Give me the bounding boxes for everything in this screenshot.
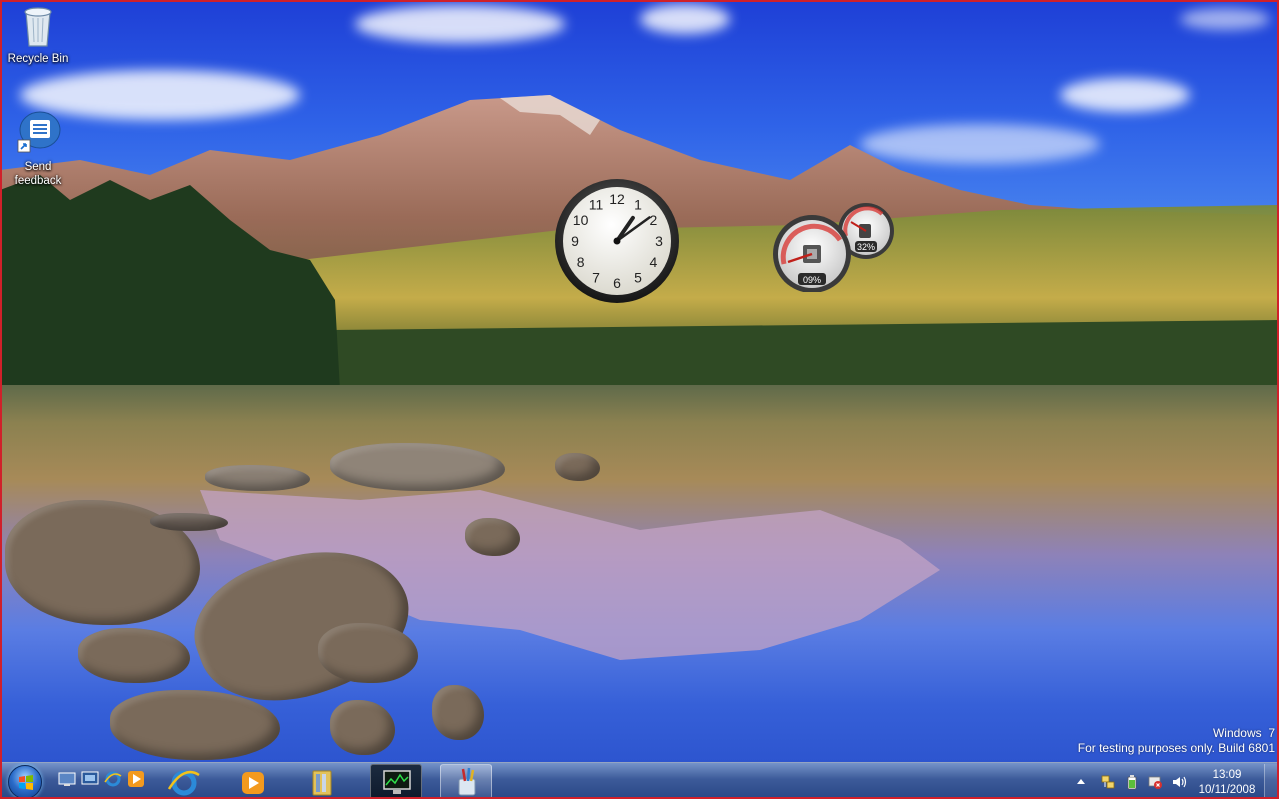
paint-icon xyxy=(458,767,476,796)
clock-date: 10/11/2008 xyxy=(1198,784,1256,796)
clock-numeral: 11 xyxy=(589,197,604,213)
send-feedback-label: Send feedback xyxy=(14,161,62,187)
taskbar-button-media-player[interactable] xyxy=(224,764,280,799)
windows-explorer-icon xyxy=(312,770,332,796)
clock-numeral: 7 xyxy=(592,269,600,285)
desktop-icon-send-feedback[interactable]: Send feedback xyxy=(0,110,76,188)
clock-numeral: 8 xyxy=(577,254,585,270)
volume-icon[interactable] xyxy=(1171,774,1187,790)
wallpaper-rock xyxy=(150,513,228,531)
recycle-bin-icon xyxy=(24,7,52,47)
recycle-bin-label: Recycle Bin xyxy=(7,53,69,65)
start-button[interactable] xyxy=(8,765,42,799)
clock-numeral: 6 xyxy=(613,275,621,291)
power-icon[interactable] xyxy=(1124,774,1140,790)
clock-numeral: 3 xyxy=(655,233,663,249)
taskbar-clock[interactable]: 13:09 10/11/2008 xyxy=(1196,768,1258,798)
action-center-icon[interactable] xyxy=(1147,774,1163,790)
taskbar-button-task-manager[interactable] xyxy=(370,764,422,799)
switch-windows-icon[interactable] xyxy=(81,770,99,788)
watermark-build-text: For testing purposes only. Build 6801 xyxy=(1077,741,1275,755)
cpu-meter: 32% 09% xyxy=(773,203,894,293)
show-desktop-icon[interactable] xyxy=(58,770,76,788)
internet-explorer-icon xyxy=(167,770,200,796)
internet-explorer-icon[interactable] xyxy=(104,770,122,788)
wallpaper-rock xyxy=(555,453,600,481)
taskbar: 13:09 10/11/2008 xyxy=(0,762,1279,799)
wallpaper-rock xyxy=(205,465,310,491)
clock-numeral: 9 xyxy=(571,233,579,249)
cpu-meter-gadget[interactable]: 32% 09% xyxy=(770,200,898,293)
clock-numeral: 1 xyxy=(634,197,642,213)
clock-numeral: 10 xyxy=(573,212,589,228)
task-manager-icon xyxy=(383,770,411,794)
build-watermark: Windows 7 For testing purposes only. Bui… xyxy=(1078,726,1275,756)
clock-face: 12 12 3 45678 9 1011 xyxy=(555,179,679,303)
clock-numeral: 4 xyxy=(650,254,658,270)
memory-usage-text: 32% xyxy=(857,242,875,252)
taskbar-button-paint[interactable] xyxy=(440,764,492,799)
wallpaper-rock xyxy=(465,518,520,556)
media-player-icon xyxy=(242,772,264,794)
media-player-icon[interactable] xyxy=(127,770,145,788)
cpu-usage-text: 09% xyxy=(803,275,821,285)
taskbar-button-windows-explorer[interactable] xyxy=(293,764,349,799)
desktop-wallpaper xyxy=(0,0,1279,762)
show-hidden-icons-chevron-icon[interactable] xyxy=(1076,774,1086,790)
network-icon[interactable] xyxy=(1100,774,1116,790)
watermark-os-name: Windows 7 xyxy=(1212,726,1275,740)
clock-numeral: 12 xyxy=(609,191,625,207)
windows-logo-icon xyxy=(19,775,33,790)
taskbar-button-internet-explorer[interactable] xyxy=(155,764,211,799)
desktop-icon-recycle-bin[interactable]: Recycle Bin xyxy=(0,4,76,66)
clock-numeral: 5 xyxy=(634,269,642,285)
clock-time: 13:09 xyxy=(1212,769,1242,781)
show-desktop-button[interactable] xyxy=(1264,764,1277,799)
clock-gadget[interactable]: 12 1 2 3 4 5 6 7 8 9 10 11 xyxy=(553,178,681,304)
clock-numeral: 2 xyxy=(650,212,658,228)
send-feedback-icon xyxy=(17,111,61,153)
